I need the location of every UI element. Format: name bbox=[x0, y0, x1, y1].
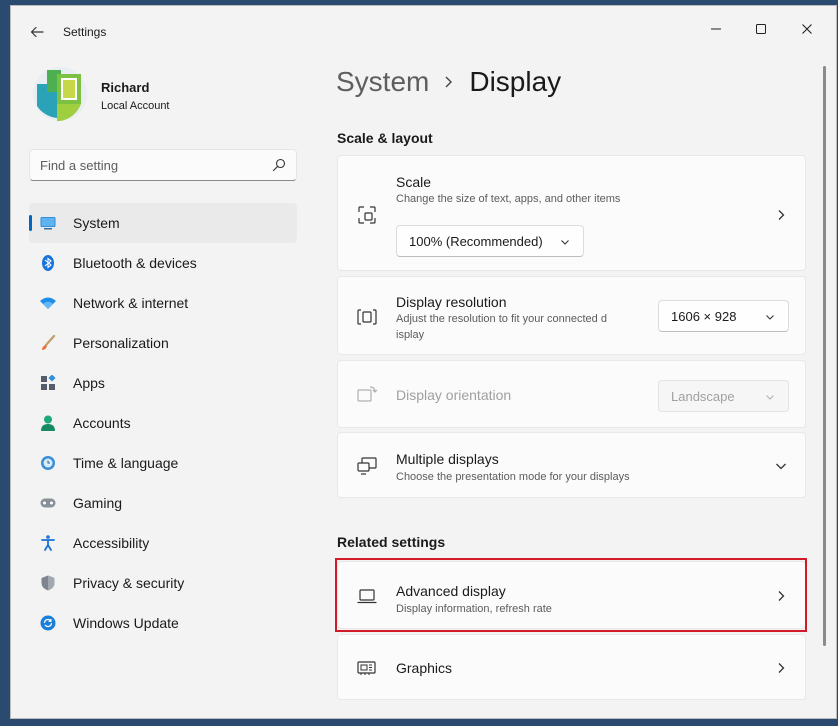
section-title-scale-layout: Scale & layout bbox=[337, 130, 433, 146]
section-title-related-settings: Related settings bbox=[337, 534, 446, 550]
scale-title: Scale bbox=[396, 174, 432, 190]
sidebar-item-label: Accessibility bbox=[73, 535, 150, 551]
maximize-button[interactable] bbox=[746, 14, 776, 44]
multiple-displays-description: Choose the presentation mode for your di… bbox=[396, 471, 630, 483]
orientation-icon bbox=[357, 386, 378, 402]
system-icon bbox=[40, 215, 56, 231]
wifi-icon bbox=[40, 295, 56, 311]
apps-icon bbox=[40, 375, 56, 391]
sidebar-item-gaming[interactable]: Gaming bbox=[29, 483, 297, 523]
scale-card[interactable]: Scale Change the size of text, apps, and… bbox=[337, 155, 806, 271]
shield-icon bbox=[40, 575, 56, 591]
orientation-dropdown: Landscape bbox=[658, 380, 789, 412]
sidebar-item-label: Gaming bbox=[73, 495, 123, 511]
sidebar-nav: System Bluetooth & devices Network & int… bbox=[29, 203, 297, 643]
orientation-title: Display orientation bbox=[396, 387, 512, 403]
sidebar-item-label: Time & language bbox=[73, 455, 179, 471]
brush-icon bbox=[40, 335, 56, 351]
sidebar-item-label: Bluetooth & devices bbox=[73, 255, 197, 271]
chevron-right-icon[interactable] bbox=[774, 208, 788, 222]
multiple-displays-card[interactable]: Multiple displays Choose the presentatio… bbox=[337, 432, 806, 498]
multiple-displays-title: Multiple displays bbox=[396, 451, 499, 467]
resolution-dropdown[interactable]: 1606 × 928 bbox=[658, 300, 789, 332]
display-orientation-card: Display orientation Landscape bbox=[337, 360, 806, 428]
sidebar-item-label: Apps bbox=[73, 375, 105, 391]
breadcrumb: System Display bbox=[336, 66, 561, 98]
sidebar-item-system[interactable]: System bbox=[29, 203, 297, 243]
sidebar-item-time-language[interactable]: Time & language bbox=[29, 443, 297, 483]
page-title: Display bbox=[469, 66, 562, 97]
multiple-displays-icon bbox=[357, 457, 377, 475]
graphics-title: Graphics bbox=[396, 660, 453, 676]
sidebar-item-label: Windows Update bbox=[73, 615, 179, 631]
sidebar-item-network[interactable]: Network & internet bbox=[29, 283, 297, 323]
graphics-card[interactable]: Graphics bbox=[337, 634, 806, 700]
accessibility-icon bbox=[40, 535, 56, 551]
display-resolution-card: Display resolution Adjust the resolution… bbox=[337, 276, 806, 355]
chevron-right-icon bbox=[778, 663, 785, 673]
back-button[interactable] bbox=[25, 20, 49, 44]
sidebar-item-label: Privacy & security bbox=[73, 575, 185, 591]
sidebar-item-privacy[interactable]: Privacy & security bbox=[29, 563, 297, 603]
chevron-down-icon bbox=[561, 240, 569, 245]
maximize-icon bbox=[756, 24, 766, 34]
resolution-icon bbox=[357, 309, 377, 325]
account-type: Local Account bbox=[101, 100, 170, 112]
sidebar-item-bluetooth[interactable]: Bluetooth & devices bbox=[29, 243, 297, 283]
resolution-value: 1606 × 928 bbox=[671, 309, 737, 324]
sidebar-item-label: Accounts bbox=[73, 415, 131, 431]
avatar bbox=[33, 67, 87, 121]
minimize-button[interactable] bbox=[701, 14, 731, 44]
search-input[interactable] bbox=[30, 150, 260, 180]
sidebar-item-accessibility[interactable]: Accessibility bbox=[29, 523, 297, 563]
chevron-down-icon[interactable] bbox=[774, 459, 788, 473]
sidebar-item-label: Personalization bbox=[73, 335, 169, 351]
search-box bbox=[29, 149, 297, 181]
highlight-box bbox=[335, 558, 807, 632]
person-icon bbox=[40, 415, 56, 431]
sidebar-item-label: System bbox=[73, 215, 120, 231]
app-title: Settings bbox=[63, 25, 107, 39]
close-icon bbox=[802, 24, 812, 34]
globe-clock-icon bbox=[40, 455, 56, 471]
resolution-description-line2: isplay bbox=[396, 329, 425, 341]
graphics-card-icon bbox=[357, 661, 376, 675]
scrollbar[interactable] bbox=[823, 66, 826, 646]
chevron-down-icon bbox=[766, 395, 774, 400]
scale-dropdown[interactable]: 100% (Recommended) bbox=[396, 225, 584, 257]
settings-window: Settings Richard Local Account Find a se… bbox=[10, 5, 837, 719]
resolution-description-line1: Adjust the resolution to fit your connec… bbox=[396, 313, 607, 325]
orientation-value: Landscape bbox=[671, 389, 735, 404]
resolution-title: Display resolution bbox=[396, 294, 507, 310]
search-icon[interactable] bbox=[272, 158, 286, 172]
update-icon bbox=[40, 615, 56, 631]
scale-value: 100% (Recommended) bbox=[409, 234, 543, 249]
bluetooth-icon bbox=[40, 255, 56, 271]
sidebar-item-apps[interactable]: Apps bbox=[29, 363, 297, 403]
close-button[interactable] bbox=[792, 14, 822, 44]
user-name: Richard bbox=[101, 80, 150, 95]
sidebar-item-personalization[interactable]: Personalization bbox=[29, 323, 297, 363]
minimize-icon bbox=[711, 28, 721, 30]
breadcrumb-chevron-icon bbox=[429, 75, 469, 89]
chevron-down-icon bbox=[766, 315, 774, 320]
scale-icon bbox=[358, 206, 376, 224]
sidebar-item-label: Network & internet bbox=[73, 295, 189, 311]
sidebar-item-accounts[interactable]: Accounts bbox=[29, 403, 297, 443]
breadcrumb-parent[interactable]: System bbox=[336, 66, 429, 98]
sidebar-item-windows-update[interactable]: Windows Update bbox=[29, 603, 297, 643]
scale-description: Change the size of text, apps, and other… bbox=[396, 193, 621, 205]
back-arrow-icon bbox=[30, 26, 44, 38]
title-bar: Settings bbox=[11, 6, 836, 58]
gamepad-icon bbox=[40, 495, 56, 511]
